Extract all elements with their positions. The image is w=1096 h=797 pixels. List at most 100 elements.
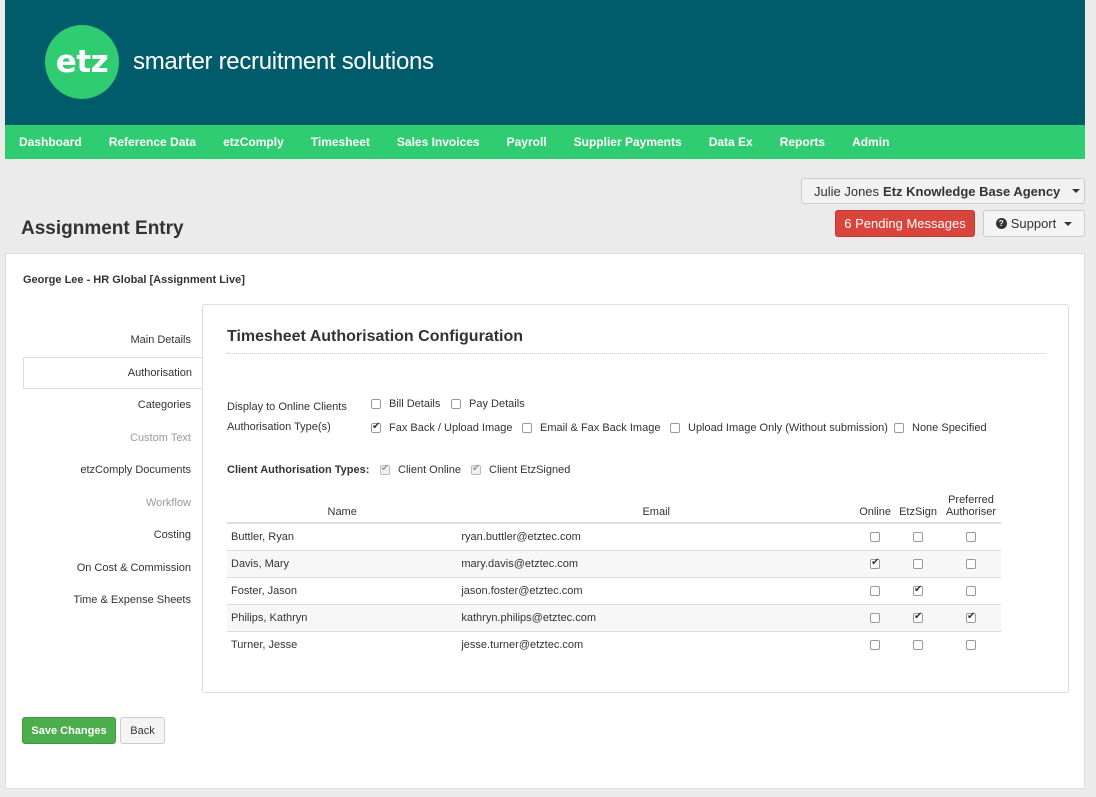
cell-name: Philips, Kathryn [227,603,458,631]
cell-preferred [941,522,1001,550]
option-label: Client EtzSigned [489,464,571,476]
nav-item-payroll[interactable]: Payroll [507,135,547,149]
cell-online [855,549,896,577]
cell-etzsign [895,522,941,550]
option-none-specified: None Specified [894,422,987,434]
cell-etzsign [895,549,941,577]
sidebar-item-main-details[interactable]: Main Details [23,324,203,357]
option-label: Client Online [398,464,461,476]
cell-email: ryan.buttler@etztec.com [457,522,856,550]
preferred-checkbox[interactable] [966,611,976,623]
display-online-label: Display to Online Clients [227,401,347,413]
option-label: Bill Details [389,398,441,410]
cell-etzsign [895,630,941,658]
sidebar-item-custom-text: Custom Text [130,431,191,444]
online-checkbox[interactable] [870,612,881,623]
header-etzsign: EtzSign [895,483,941,524]
assignment-sidenav: Main Details Authorisation Categories Custo… [23,324,204,617]
question-icon: ? [995,218,1007,229]
checkbox [471,463,481,475]
header-name: Name [227,483,458,524]
sidebar-item-etzcomply-documents[interactable]: etzComply Documents [23,454,203,487]
nav-item-sales-invoices[interactable]: Sales Invoices [397,135,480,149]
authoriser-table: Name Email Online EtzSign Preferred Auth… [227,483,1001,658]
user-name: Julie Jones [814,183,880,199]
option-label: Pay Details [469,398,525,410]
header-preferred: Preferred Authoriser [941,483,1001,524]
sidebar-item-workflow: Workflow [145,496,191,509]
sidebar-item-on-cost-commission[interactable]: On Cost & Commission [23,552,203,585]
pending-messages-button[interactable]: 6 Pending Messages [835,210,975,237]
cell-preferred [941,576,1001,604]
authorisation-content: Timesheet Authorisation Configuration Di… [202,304,1069,693]
sidebar-item-authorisation[interactable]: Authorisation [23,356,204,389]
support-label: Support [1010,216,1057,231]
etzsign-checkbox[interactable] [913,531,924,542]
option-fax-back-upload-image: Fax Back / Upload Image [371,421,513,434]
preferred-checkbox[interactable] [966,558,976,569]
checkbox[interactable] [894,423,904,433]
nav-item-timesheet[interactable]: Timesheet [311,135,370,149]
etz-logo[interactable]: etz [45,25,119,99]
sidebar-item-categories[interactable]: Categories [23,389,203,422]
etzsign-checkbox[interactable] [913,584,924,596]
agency-name: Etz Knowledge Base Agency [883,183,1061,199]
option-label: Upload Image Only (Without submission) [688,422,888,434]
cell-name: Turner, Jesse [227,630,458,658]
online-checkbox[interactable] [870,531,881,542]
table-row: Foster, Jason jason.foster@etztec.com [227,576,1001,604]
save-changes-button[interactable]: Save Changes [22,717,116,744]
cell-preferred [941,549,1001,577]
table-row: Davis, Mary mary.davis@etztec.com [227,549,1001,577]
checkbox [380,463,390,475]
preferred-checkbox[interactable] [966,639,976,650]
support-dropdown[interactable]: ? Support [983,210,1085,237]
cell-online [855,603,896,631]
nav-item-dashboard[interactable]: Dashboard [19,135,82,149]
cell-name: Davis, Mary [227,549,458,577]
preferred-checkbox[interactable] [966,585,976,596]
table-row: Philips, Kathryn kathryn.philips@etztec.c… [227,603,1001,631]
option-label: Fax Back / Upload Image [389,422,513,434]
sidebar-item-time-expense-sheets[interactable]: Time & Expense Sheets [23,584,203,617]
cell-etzsign [895,603,941,631]
nav-item-data-ex[interactable]: Data Ex [709,135,753,149]
checkbox[interactable] [451,399,461,409]
chevron-down-icon [1072,189,1081,193]
online-checkbox[interactable] [870,585,881,596]
online-checkbox[interactable] [870,639,881,650]
option-label: None Specified [912,422,987,434]
table-row: Buttler, Ryan ryan.buttler@etztec.com [227,522,1001,550]
auth-types-label: Authorisation Type(s) [227,421,331,433]
main-navbar: Dashboard Reference Data etzComply Timeshee… [5,125,1085,159]
checkbox[interactable] [670,423,680,433]
checkbox[interactable] [522,423,532,433]
online-checkbox[interactable] [870,557,881,569]
checkbox[interactable] [371,399,381,409]
etzsign-checkbox[interactable] [913,611,924,623]
checkbox[interactable] [371,421,381,433]
option-email-fax-back-image: Email & Fax Back Image [522,422,660,434]
nav-item-admin[interactable]: Admin [852,135,889,149]
nav-item-etzcomply[interactable]: etzComply [223,135,284,149]
etzsign-checkbox[interactable] [913,558,924,569]
sidebar-item-costing[interactable]: Costing [23,519,203,552]
back-button[interactable]: Back [120,717,165,744]
cell-email: jason.foster@etztec.com [457,576,856,604]
cell-online [855,522,896,550]
cell-email: jesse.turner@etztec.com [457,630,856,658]
etzsign-checkbox[interactable] [913,639,924,650]
cell-preferred [941,603,1001,631]
nav-item-reference-data[interactable]: Reference Data [109,135,196,149]
nav-item-reports[interactable]: Reports [780,135,825,149]
user-agency-dropdown[interactable]: Julie Jones Etz Knowledge Base Agency [801,178,1085,204]
preferred-checkbox[interactable] [966,531,976,542]
option-bill-details: Bill Details [371,398,440,410]
cell-online [855,576,896,604]
chevron-down-icon [1064,221,1073,226]
assignment-title: George Lee - HR Global [Assignment Live] [23,274,245,286]
nav-item-supplier-payments[interactable]: Supplier Payments [574,135,682,149]
cell-etzsign [895,576,941,604]
cell-name: Buttler, Ryan [227,522,458,550]
option-pay-details: Pay Details [451,398,525,410]
